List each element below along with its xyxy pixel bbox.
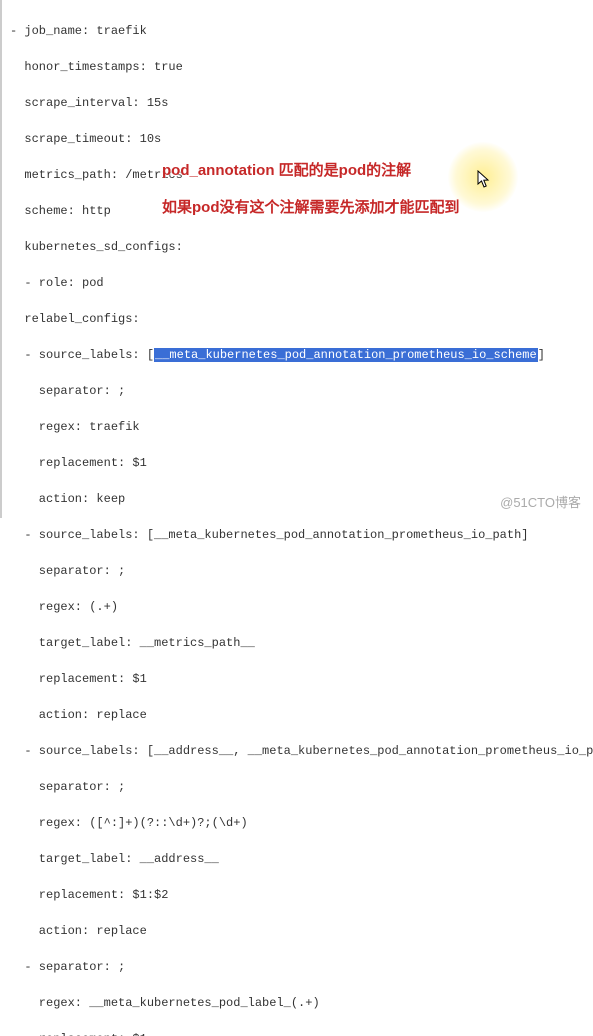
line-repl-4: replacement: $1 bbox=[10, 1030, 585, 1036]
line-regex-traefik: regex: traefik bbox=[10, 418, 585, 436]
annotation-text-2: 如果pod没有这个注解需要先添加才能匹配到 bbox=[162, 197, 460, 220]
watermark-text: @51CTO博客 bbox=[500, 493, 581, 513]
line-repl-1: replacement: $1 bbox=[10, 454, 585, 472]
line-job-name: - job_name: traefik bbox=[10, 22, 585, 40]
line-sep-2: separator: ; bbox=[10, 562, 585, 580]
line-regex-4: regex: __meta_kubernetes_pod_label_(.+) bbox=[10, 994, 585, 1012]
highlighted-label[interactable]: __meta_kubernetes_pod_annotation_prometh… bbox=[154, 348, 538, 362]
src1-prefix: - source_labels: [ bbox=[10, 348, 154, 362]
line-repl-2: replacement: $1 bbox=[10, 670, 585, 688]
line-src-labels-3: - source_labels: [__address__, __meta_ku… bbox=[10, 742, 585, 760]
line-src-labels-1: - source_labels: [__meta_kubernetes_pod_… bbox=[10, 346, 585, 364]
line-sep-3: separator: ; bbox=[10, 778, 585, 796]
line-tgtlab-3: target_label: __address__ bbox=[10, 850, 585, 868]
annotation-text-1: pod_annotation 匹配的是pod的注解 bbox=[162, 160, 411, 183]
line-tgtlab-2: target_label: __metrics_path__ bbox=[10, 634, 585, 652]
line-scrape-int: scrape_interval: 15s bbox=[10, 94, 585, 112]
line-regex-3: regex: ([^:]+)(?::\d+)?;(\d+) bbox=[10, 814, 585, 832]
line-role-pod: - role: pod bbox=[10, 274, 585, 292]
line-repl-3: replacement: $1:$2 bbox=[10, 886, 585, 904]
line-action-rep-2: action: replace bbox=[10, 706, 585, 724]
line-honor-ts: honor_timestamps: true bbox=[10, 58, 585, 76]
line-regex-2: regex: (.+) bbox=[10, 598, 585, 616]
line-sep-4: - separator: ; bbox=[10, 958, 585, 976]
line-relabel: relabel_configs: bbox=[10, 310, 585, 328]
line-action-keep: action: keep bbox=[10, 490, 585, 508]
src1-suffix: ] bbox=[538, 348, 545, 362]
line-k8s-sd: kubernetes_sd_configs: bbox=[10, 238, 585, 256]
line-src-labels-2: - source_labels: [__meta_kubernetes_pod_… bbox=[10, 526, 585, 544]
yaml-config-block: - job_name: traefik honor_timestamps: tr… bbox=[2, 0, 593, 1036]
line-scrape-to: scrape_timeout: 10s bbox=[10, 130, 585, 148]
line-sep-1: separator: ; bbox=[10, 382, 585, 400]
line-action-rep-3: action: replace bbox=[10, 922, 585, 940]
